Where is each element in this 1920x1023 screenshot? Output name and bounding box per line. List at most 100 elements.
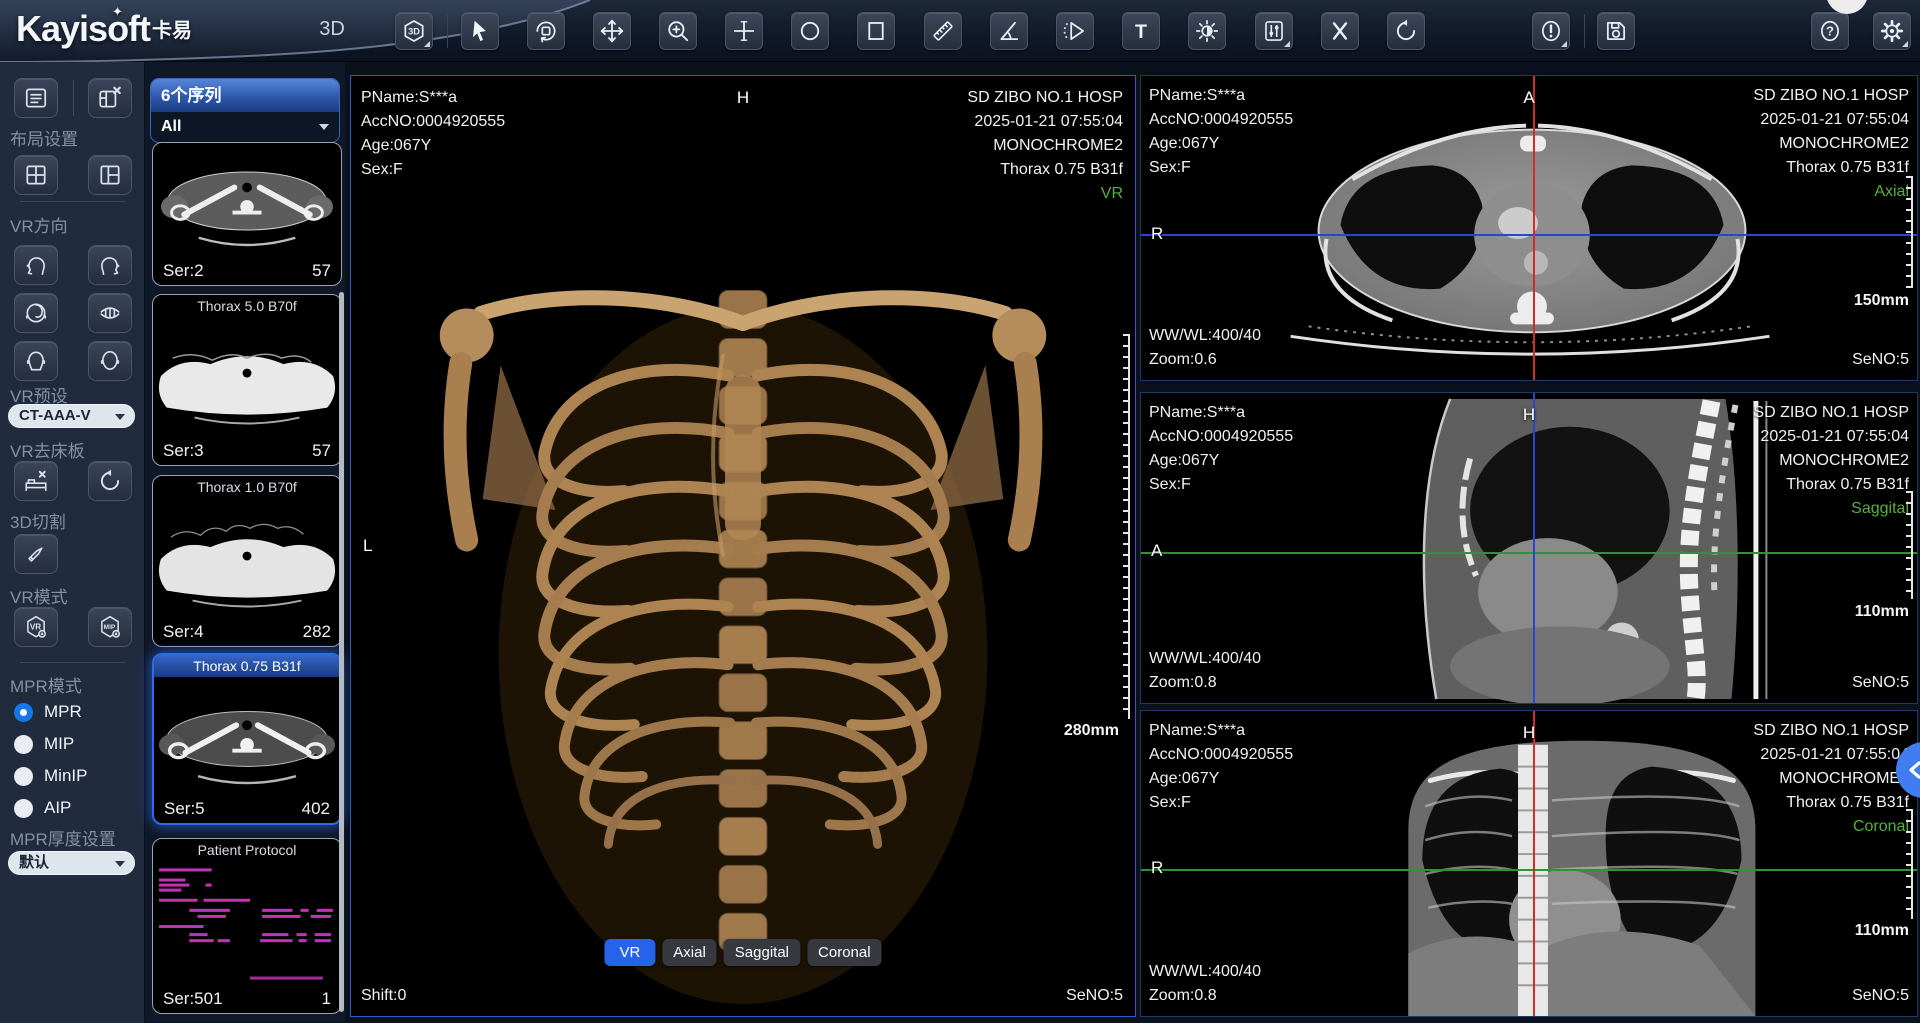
vr-bed-label: VR去床板 [10,437,85,462]
viewport-coronal[interactable]: PName:S***aAccNO:0004920555 Age:067YSex:… [1140,710,1918,1017]
series-number-overlay: SeNO:5 [1852,348,1909,372]
reset-rotate-icon [97,468,123,494]
view-switch-saggital-button[interactable]: Saggital [724,939,800,966]
study-info-overlay: SD ZIBO NO.1 HOSP2025-01-21 07:55:04 MON… [1753,719,1909,839]
split-layout-icon [97,162,123,188]
radio-icon [14,735,33,754]
tool-rotate-3d-button[interactable] [527,12,565,50]
sidebar-divider [73,80,74,116]
patient-protocol-thumbnail-image [153,861,341,987]
image-count: 282 [303,622,331,642]
series-list-toggle-button[interactable] [14,78,58,118]
series-number-overlay: SeNO:5 [1852,984,1909,1008]
vr-view-front-button[interactable] [88,341,132,381]
tool-zoom-button[interactable] [659,12,697,50]
mpr-mode-radio-mpr[interactable]: MPR [14,701,82,723]
axial-slice-thumbnail-image [153,317,341,439]
cobb-angle-icon [1062,18,1088,44]
mip-hexagon-icon: MIP [97,614,123,640]
scale-label: 150mm [1854,292,1909,310]
tool-warning-button[interactable] [1532,12,1570,50]
vr-view-right-button[interactable] [88,245,132,285]
view-type-label: VR [967,182,1123,206]
tool-3d-render-mode-button[interactable]: 3D [395,12,433,50]
vr-view-back-button[interactable] [14,341,58,381]
cut-3d-label: 3D切割 [10,508,66,533]
view-switch-axial-button[interactable]: Axial [662,939,717,966]
cut-3d-button[interactable] [14,534,58,574]
tool-angle-button[interactable] [990,12,1028,50]
tool-text-annotation-button[interactable]: T [1122,12,1160,50]
series-thumbnail-ser2[interactable]: Ser:2 57 [152,142,342,286]
series-title: Thorax 0.75 B31f [154,655,340,677]
rotate-3d-icon [533,18,559,44]
tool-cobb-angle-button[interactable] [1056,12,1094,50]
reset-rotate-icon [1393,18,1419,44]
mpr-mode-radio-minip[interactable]: MinIP [14,765,87,787]
settings-button[interactable] [1873,12,1911,50]
window-level-overlay: WW/WL:400/40Zoom:0.6 [1149,324,1261,372]
tool-save-button[interactable] [1597,12,1635,50]
scale-label: 110mm [1855,603,1909,621]
view-switch-vr-button[interactable]: VR [604,939,655,966]
scale-ruler [1906,491,1913,599]
series-title: Thorax 5.0 B70f [153,295,341,317]
tool-ruler-button[interactable] [924,12,962,50]
tool-reset-button[interactable] [1387,12,1425,50]
vr-view-jaw-button[interactable] [88,293,132,333]
series-thumbnail-ser501[interactable]: Patient Protocol Ser:501 1 [152,838,342,1014]
orientation-marker-left: A [1151,541,1162,561]
dropdown-corner [1561,41,1567,47]
vr-preset-value: CT-AAA-V [19,407,91,424]
tool-crosshair-button[interactable] [725,12,763,50]
series-scrollbar[interactable] [339,292,344,1012]
bed-remove-icon [23,468,49,494]
image-count: 402 [302,799,330,819]
tool-ellipse-roi-button[interactable] [791,12,829,50]
vr-view-top-button[interactable] [14,293,58,333]
patient-info-overlay: PName:S***aAccNO:0004920555 Age:067YSex:… [361,86,505,182]
mpr-mode-radio-aip[interactable]: AIP [14,797,71,819]
magnifier-plus-icon [665,18,691,44]
toolbar-divider [1584,14,1585,48]
layout-grid-button[interactable] [14,155,58,195]
help-button[interactable]: ? [1811,12,1849,50]
viewport-vr[interactable]: PName:S***aAccNO:0004920555 Age:067YSex:… [350,75,1136,1017]
vr-preset-select[interactable]: CT-AAA-V [8,404,135,428]
scale-ruler [1906,809,1913,919]
sun-brightness-icon [1194,18,1220,44]
tool-window-level-button[interactable] [1188,12,1226,50]
viewport-sagittal[interactable]: PName:S***aAccNO:0004920555 Age:067YSex:… [1140,392,1918,704]
tool-adjustments-button[interactable] [1255,12,1293,50]
vr-mode-vr-button[interactable]: VR [14,607,58,647]
mpr-thickness-select[interactable]: 默认 [8,851,135,875]
series-thumbnail-ser5-selected[interactable]: Thorax 0.75 B31f Ser:5 402 [152,653,342,825]
tool-pan-button[interactable] [593,12,631,50]
vr-mode-mip-button[interactable]: MIP [88,607,132,647]
chevron-down-icon [115,414,125,420]
scale-label: 280mm [1064,722,1119,740]
shift-overlay: Shift:0 [361,984,406,1008]
circle-icon [797,18,823,44]
series-thumbnail-ser4[interactable]: Thorax 1.0 B70f Ser:4 282 [152,475,342,647]
reset-bed-button[interactable] [88,461,132,501]
tool-cursor-button[interactable] [461,12,499,50]
mpr-mode-radio-mip[interactable]: MIP [14,733,74,755]
viewport-axial[interactable]: PName:S***aAccNO:0004920555 Age:067YSex:… [1140,75,1918,381]
remove-bed-button[interactable] [14,461,58,501]
series-filter-select[interactable]: All [151,112,339,142]
svg-text:?: ? [1826,24,1834,39]
square-icon [863,18,889,44]
view-switch-coronal-button[interactable]: Coronal [807,939,882,966]
chevron-left-icon [1902,756,1920,784]
vr-view-left-button[interactable] [14,245,58,285]
series-thumbnail-ser3[interactable]: Thorax 5.0 B70f Ser:3 57 [152,294,342,466]
text-tool-icon: T [1128,18,1154,44]
tool-rect-roi-button[interactable] [857,12,895,50]
series-number-overlay: SeNO:5 [1066,984,1123,1008]
close-layout-button[interactable] [88,78,132,118]
app-logo: Kayisoft卡易✦ [16,8,192,50]
layout-split-button[interactable] [88,155,132,195]
tool-delete-button[interactable] [1321,12,1359,50]
series-number-overlay: SeNO:5 [1852,671,1909,695]
